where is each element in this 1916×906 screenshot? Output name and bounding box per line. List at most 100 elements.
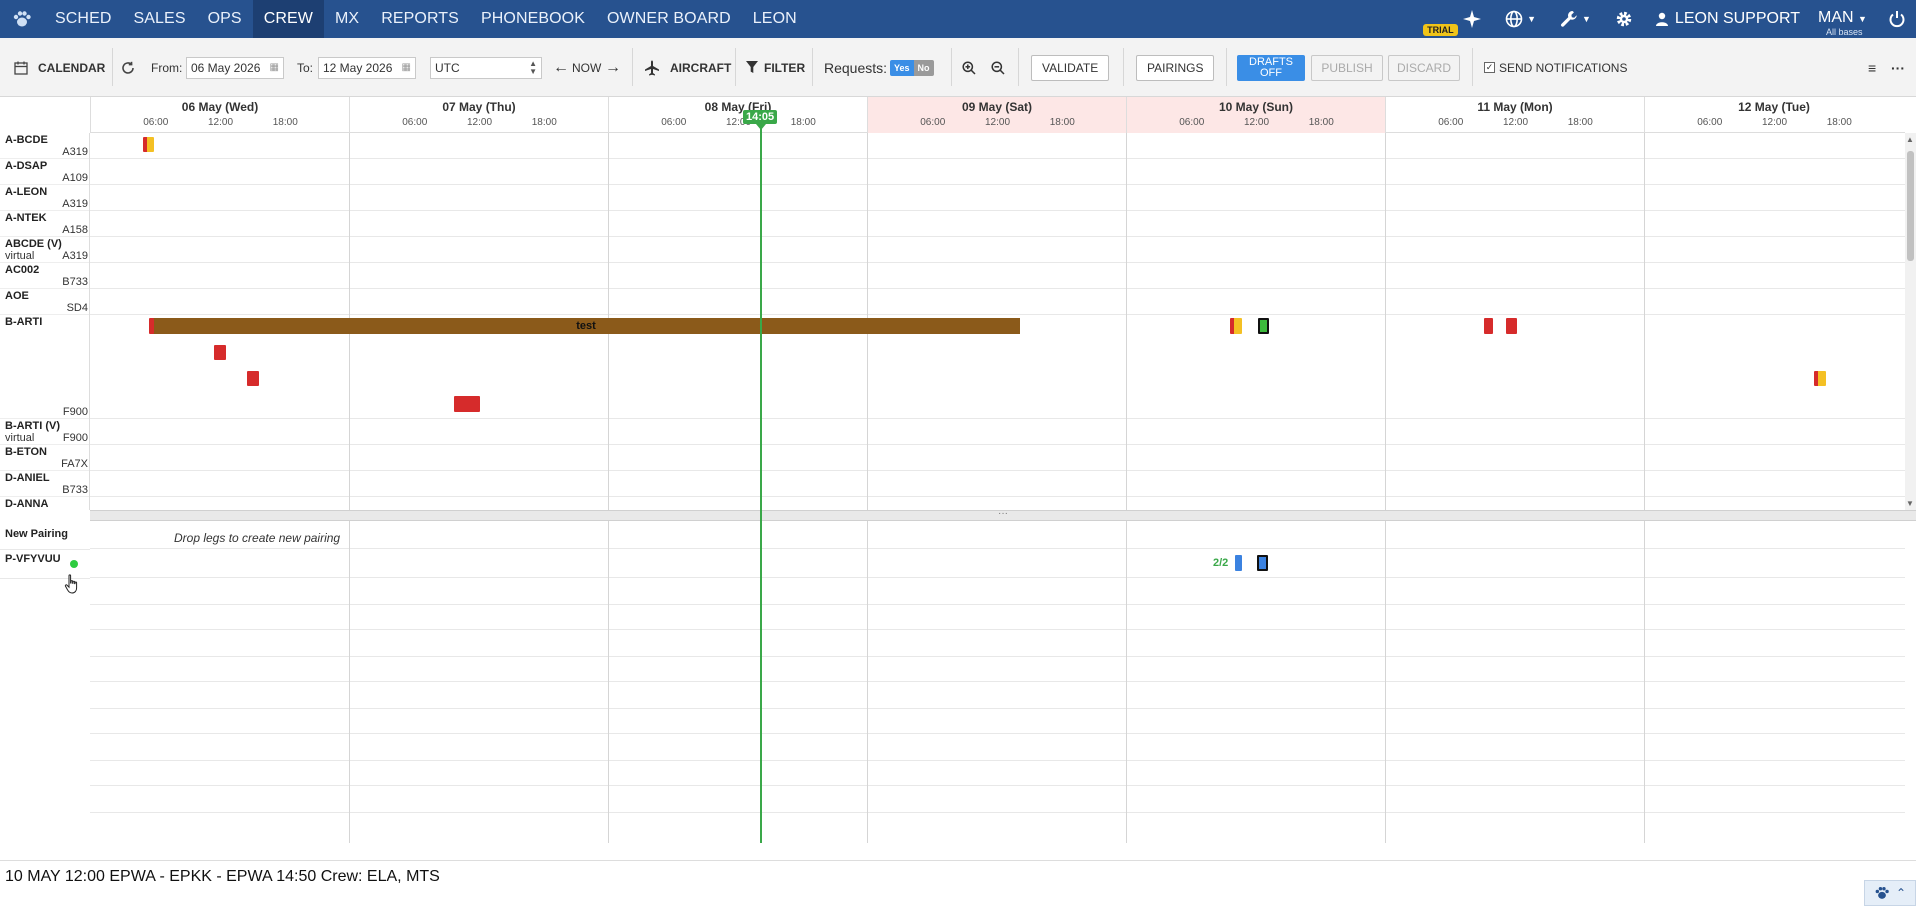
crew-row-label[interactable]: AOE SD4: [0, 289, 89, 315]
nav-item-mx[interactable]: MX: [324, 0, 370, 38]
crew-row[interactable]: [90, 159, 1905, 185]
nav-item-reports[interactable]: REPORTS: [370, 0, 470, 38]
requests-toggle[interactable]: Yes No: [890, 59, 934, 76]
pairing-row[interactable]: [90, 605, 1905, 630]
crew-row[interactable]: [90, 419, 1905, 445]
duty-block[interactable]: [1814, 371, 1826, 386]
pairing-name[interactable]: P-VFYVUU: [5, 553, 61, 565]
globe-icon[interactable]: ▼: [1493, 0, 1548, 38]
crew-row-label[interactable]: A-NTEK A158: [0, 211, 89, 237]
crew-row[interactable]: [90, 185, 1905, 211]
nav-item-ops[interactable]: OPS: [197, 0, 253, 38]
nav-item-sales[interactable]: SALES: [123, 0, 197, 38]
day-divider: [349, 521, 350, 843]
user-menu[interactable]: LEON SUPPORT: [1645, 0, 1810, 38]
power-icon[interactable]: [1882, 0, 1916, 38]
duty-block[interactable]: [247, 371, 259, 386]
pairing-row[interactable]: [90, 786, 1905, 813]
duty-block[interactable]: [214, 345, 226, 360]
publish-button[interactable]: PUBLISH: [1311, 54, 1383, 81]
pairing-row[interactable]: [90, 734, 1905, 761]
refresh-icon[interactable]: [121, 38, 135, 97]
scroll-down-icon[interactable]: ▼: [1906, 499, 1914, 508]
validate-button[interactable]: VALIDATE: [1031, 54, 1110, 81]
pairing-leg[interactable]: [1235, 555, 1242, 571]
gear-icon[interactable]: [1603, 0, 1645, 38]
duty-block[interactable]: [1506, 318, 1517, 334]
now-button[interactable]: NOW: [572, 38, 601, 97]
crew-row-label[interactable]: A-LEON A319: [0, 185, 89, 211]
arrow-right-icon[interactable]: →: [605, 38, 621, 97]
hamburger-menu-icon[interactable]: ≡: [1868, 38, 1876, 97]
crew-row-label[interactable]: A-BCDE A319: [0, 133, 89, 159]
aircraft-button[interactable]: AIRCRAFT: [644, 38, 731, 97]
zoom-in-icon[interactable]: [962, 38, 976, 97]
crew-row[interactable]: [90, 445, 1905, 471]
crew-row-label[interactable]: D-ANIEL B733: [0, 471, 89, 497]
crew-row-label[interactable]: B-ARTI (V) virtual F900: [0, 419, 89, 445]
pairing-row[interactable]: [90, 657, 1905, 682]
assistant-toggle-button[interactable]: ⌃: [1864, 880, 1916, 906]
duty-block[interactable]: [143, 137, 154, 152]
hour-tick-label: 06:00: [1179, 117, 1205, 128]
crew-row-label[interactable]: ABCDE (V) virtual A319: [0, 237, 89, 263]
filter-label: FILTER: [764, 60, 806, 75]
crew-row-label[interactable]: AC002 B733: [0, 263, 89, 289]
timezone-select[interactable]: UTC ▲ ▼: [430, 56, 542, 79]
crew-row-label[interactable]: D-ANNAA320: [0, 497, 89, 510]
nav-item-crew[interactable]: CREW: [252, 0, 324, 38]
pairing-row[interactable]: [90, 682, 1905, 709]
crew-row[interactable]: [90, 211, 1905, 237]
duty-block[interactable]: [1484, 318, 1493, 334]
requests-yes[interactable]: Yes: [890, 59, 914, 76]
from-date-input[interactable]: 06 May 2026 ▦: [186, 56, 284, 79]
zoom-out-icon[interactable]: [991, 38, 1005, 97]
duty-block[interactable]: [149, 318, 154, 334]
crew-row[interactable]: [90, 471, 1905, 497]
crew-row-label[interactable]: A-DSAP A109: [0, 159, 89, 185]
requests-no[interactable]: No: [913, 59, 934, 76]
crew-timeline-grid[interactable]: test: [90, 133, 1905, 510]
duty-block[interactable]: [1230, 318, 1242, 334]
hour-tick-label: 18:00: [272, 117, 298, 128]
crew-row[interactable]: [90, 133, 1905, 159]
filter-button[interactable]: FILTER: [746, 38, 805, 97]
test-duty-bar[interactable]: test: [152, 318, 1020, 334]
pairing-row[interactable]: [90, 761, 1905, 786]
pairings-button[interactable]: PAIRINGS: [1136, 54, 1215, 81]
discard-button[interactable]: DISCARD: [1388, 54, 1460, 81]
crew-row-label[interactable]: B-ETON FA7X: [0, 445, 89, 471]
pairing-leg-selected[interactable]: [1257, 555, 1268, 571]
arrow-left-icon[interactable]: ←: [553, 38, 569, 97]
vertical-scrollbar[interactable]: ▲ ▼: [1905, 133, 1916, 510]
send-notifications-checkbox[interactable]: ✓ SEND NOTIFICATIONS: [1484, 38, 1627, 97]
new-pairing-row[interactable]: [90, 521, 1905, 549]
nav-item-phonebook[interactable]: PHONEBOOK: [470, 0, 596, 38]
crew-row[interactable]: [90, 263, 1905, 289]
base-selector[interactable]: MAN ▼ All bases: [1810, 0, 1882, 38]
sparkle-icon[interactable]: TRIAL: [1423, 0, 1493, 38]
duty-block[interactable]: [454, 396, 480, 412]
nav-item-leon[interactable]: LEON: [742, 0, 808, 38]
more-options-icon[interactable]: ···: [1891, 38, 1905, 97]
nav-item-owner-board[interactable]: OWNER BOARD: [596, 0, 742, 38]
pairing-row[interactable]: [90, 709, 1905, 734]
to-date-input[interactable]: 12 May 2026 ▦: [318, 56, 416, 79]
hour-tick-label: 18:00: [1567, 117, 1593, 128]
paw-logo-icon[interactable]: [0, 0, 44, 38]
drafts-toggle-button[interactable]: DRAFTS OFF: [1237, 54, 1305, 81]
nav-item-sched[interactable]: SCHED: [44, 0, 123, 38]
wrench-icon[interactable]: ▼: [1548, 0, 1603, 38]
crew-row[interactable]: [90, 289, 1905, 315]
pairing-row[interactable]: [90, 549, 1905, 578]
pairings-grid[interactable]: Drop legs to create new pairing 2/2: [90, 521, 1905, 843]
crew-row-label[interactable]: B-ARTI F900: [0, 315, 89, 419]
scroll-up-icon[interactable]: ▲: [1906, 135, 1914, 144]
scroll-thumb[interactable]: [1907, 151, 1914, 261]
pairing-row[interactable]: [90, 630, 1905, 657]
calendar-button[interactable]: CALENDAR: [14, 38, 105, 97]
duty-block-selected[interactable]: [1258, 318, 1269, 334]
pairing-row[interactable]: [90, 578, 1905, 605]
pane-splitter[interactable]: ···: [90, 509, 1916, 521]
crew-row[interactable]: [90, 237, 1905, 263]
